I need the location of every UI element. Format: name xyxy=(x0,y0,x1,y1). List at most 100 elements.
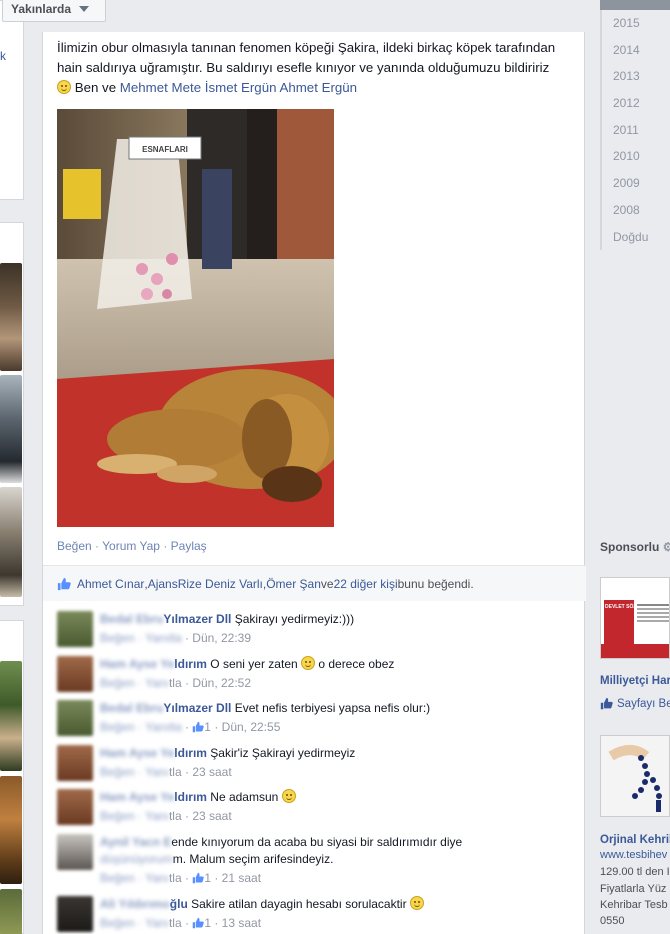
timeline-year[interactable]: 2010 xyxy=(602,143,670,170)
avatar[interactable] xyxy=(57,700,93,736)
gear-icon[interactable]: ⚙ xyxy=(663,540,670,554)
comment-actions-blurred[interactable]: Beğen · Yanı xyxy=(100,676,169,690)
tagged-person-link[interactable]: Mehmet Mete xyxy=(120,80,201,95)
friend-photo[interactable] xyxy=(0,263,22,371)
timeline-current-marker[interactable] xyxy=(600,0,670,10)
comment-time[interactable]: 23 saat xyxy=(192,765,231,779)
avatar[interactable] xyxy=(57,789,93,825)
friend-photo[interactable] xyxy=(0,375,22,483)
friend-photo[interactable] xyxy=(0,487,22,597)
commenter-name-blurred[interactable]: Ham Ayse Ye xyxy=(100,790,174,804)
comment-text-continued: o derece obez xyxy=(315,657,395,671)
comment-actions-tail[interactable]: tla xyxy=(169,765,182,779)
timeline-year[interactable]: 2015 xyxy=(602,10,670,37)
commenter-name[interactable]: Yılmazer Dll xyxy=(163,612,231,626)
tagged-person-link[interactable]: İsmet Ergün xyxy=(205,80,277,95)
timeline-year[interactable]: 2011 xyxy=(602,117,670,144)
comment-actions-blurred[interactable]: Beğen · Yanıtla xyxy=(100,631,182,645)
tagged-person-link[interactable]: Ahmet Ergün xyxy=(279,80,357,95)
ad-title[interactable]: Milliyetçi Har xyxy=(600,675,670,687)
liker-link[interactable]: Ömer Şan xyxy=(266,577,321,591)
photo-banner-text: ESNAFLARI xyxy=(142,145,188,154)
photo-thumbnail[interactable] xyxy=(0,776,22,884)
filter-label: Yakınlarda xyxy=(11,2,72,16)
timeline-year[interactable]: 2008 xyxy=(602,197,670,224)
comment-like-count[interactable]: 1 xyxy=(204,871,211,885)
ad-title[interactable]: Orjinal Kehrib xyxy=(600,834,670,846)
timeline-year[interactable]: Doğdu xyxy=(602,224,670,251)
comment-time[interactable]: 23 saat xyxy=(192,809,231,823)
comment-time[interactable]: Dün, 22:39 xyxy=(192,631,251,645)
comment-time[interactable]: 21 saat xyxy=(222,871,261,885)
post-photo[interactable]: ESNAFLARI xyxy=(57,109,334,527)
post-text: İlimizin obur olmasıyla tanınan fenomen … xyxy=(57,38,562,98)
comment-meta: Beğen · Yanıtla · Dün, 22:52 xyxy=(100,676,252,690)
comment-meta: Beğen · Yanıtla · 23 saat xyxy=(100,809,232,823)
likes-connector: ve xyxy=(320,576,334,591)
comment-time[interactable]: 13 saat xyxy=(222,916,261,930)
comment-text: O seni yer zaten xyxy=(206,657,301,671)
ad-like-button[interactable]: Sayfayı Be xyxy=(600,697,670,710)
comment-actions-blurred[interactable]: Beğen · Yanıtla xyxy=(100,720,182,734)
comment-text: Sakire atilan dayagin hesabı sorulacakti… xyxy=(187,897,410,911)
commenter-name[interactable]: ğlu xyxy=(170,897,188,911)
avatar[interactable] xyxy=(57,656,93,692)
photo-thumbnail[interactable] xyxy=(0,661,22,771)
comment-time[interactable]: Dün, 22:55 xyxy=(222,720,281,734)
ad-description: Fiyatlarla Yüz xyxy=(600,883,667,895)
comment-text: Ne adamsun xyxy=(206,790,282,804)
comment-time[interactable]: Dün, 22:52 xyxy=(192,676,251,690)
liker-link[interactable]: AjansRize Deniz Varlı xyxy=(148,577,263,591)
comment-actions-blurred[interactable]: Beğen · Yanı xyxy=(100,809,169,823)
commenter-name-blurred[interactable]: Bedal Ebru xyxy=(100,612,163,626)
ad-image[interactable]: DEVLET SÖZÜ xyxy=(600,577,670,659)
post-card: İlimizin obur olmasıyla tanınan fenomen … xyxy=(42,32,586,934)
commenter-name-blurred[interactable]: Bedal Ebru xyxy=(100,701,163,715)
share-link[interactable]: Paylaş xyxy=(171,539,207,553)
comment-actions-tail[interactable]: tla xyxy=(169,676,182,690)
commenter-name[interactable]: ldırım xyxy=(174,790,207,804)
comment-link[interactable]: Yorum Yap xyxy=(102,539,160,553)
comment-actions-blurred[interactable]: Beğen · Yanı xyxy=(100,765,169,779)
post-actions: Beğen · Yorum Yap · Paylaş xyxy=(57,539,207,553)
ad-image[interactable] xyxy=(600,735,670,817)
comment-actions-tail[interactable]: tla xyxy=(169,871,182,885)
commenter-name[interactable]: ldırım xyxy=(174,657,207,671)
commenter-name-blurred[interactable]: Ali Yıldırımo xyxy=(100,897,170,911)
comment-actions-tail[interactable]: tla xyxy=(169,916,182,930)
avatar[interactable] xyxy=(57,745,93,781)
smiley-icon xyxy=(57,80,71,94)
avatar[interactable] xyxy=(57,834,93,870)
commenter-name[interactable]: ldırım xyxy=(174,746,207,760)
comment-actions-blurred[interactable]: Beğen · Yanı xyxy=(100,871,169,885)
comment-text: ende kınıyorum da acaba bu siyasi bir sa… xyxy=(171,835,463,849)
sponsored-heading: Sponsorlu ⚙ xyxy=(600,540,670,554)
timeline-year[interactable]: 2012 xyxy=(602,90,670,117)
commenter-name-blurred[interactable]: Aynil Yacn E xyxy=(100,835,171,849)
comment-meta: Beğen · Yanıtla · 1 · 21 saat xyxy=(100,871,262,885)
left-box-photos xyxy=(0,620,24,934)
timeline-year[interactable]: 2013 xyxy=(602,63,670,90)
ad-text-lines xyxy=(637,604,669,606)
comment-actions-tail[interactable]: tla xyxy=(169,809,182,823)
ad-url-link[interactable]: www.tesbihev xyxy=(600,849,667,861)
like-link[interactable]: Beğen xyxy=(57,539,92,553)
left-stub-link[interactable]: k xyxy=(0,49,6,63)
post-message: İlimizin obur olmasıyla tanınan fenomen … xyxy=(57,40,556,75)
commenter-name-blurred[interactable]: Ham Ayse Ye xyxy=(100,746,174,760)
liker-link[interactable]: Ahmet Cınar xyxy=(77,577,144,591)
comment-actions-blurred[interactable]: Beğen · Yanı xyxy=(100,916,169,930)
avatar[interactable] xyxy=(57,611,93,647)
timeline-year[interactable]: 2009 xyxy=(602,170,670,197)
dog-photo-illustration: ESNAFLARI xyxy=(57,109,334,527)
filter-dropdown[interactable]: Yakınlarda xyxy=(2,0,106,22)
comment-like-count[interactable]: 1 xyxy=(204,916,211,930)
likes-others-link[interactable]: 22 diğer kişi xyxy=(334,577,398,591)
timeline-year[interactable]: 2014 xyxy=(602,37,670,64)
commenter-name[interactable]: Yılmazer Dll xyxy=(163,701,231,715)
separator: · xyxy=(91,539,103,553)
avatar[interactable] xyxy=(57,896,93,932)
commenter-name-blurred[interactable]: Ham Ayse Ye xyxy=(100,657,174,671)
photo-thumbnail[interactable] xyxy=(0,889,22,934)
comment-like-count[interactable]: 1 xyxy=(204,720,211,734)
